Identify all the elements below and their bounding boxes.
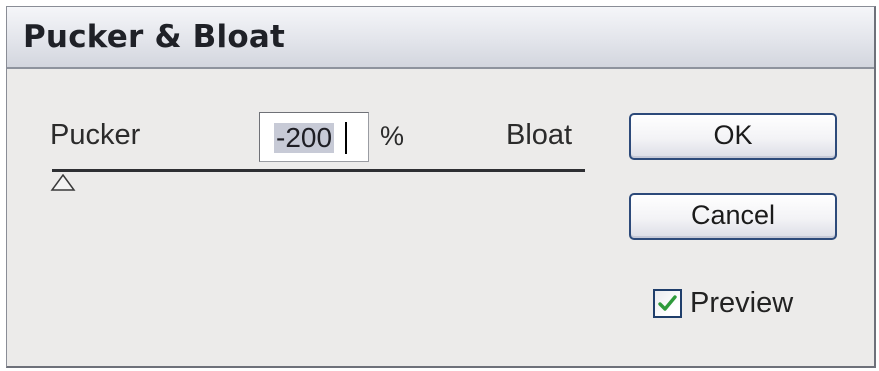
preview-checkbox[interactable] (653, 289, 682, 318)
cancel-button[interactable]: Cancel (629, 193, 837, 240)
amount-value: -200 (274, 122, 335, 153)
amount-slider-thumb[interactable] (50, 173, 76, 192)
percent-unit-label: % (380, 121, 405, 151)
preview-label: Preview (690, 287, 794, 319)
checkmark-icon (658, 295, 677, 311)
amount-input[interactable]: -200 (259, 112, 369, 162)
pucker-bloat-dialog: Pucker & Bloat Pucker -200 % Bloat OK Ca… (6, 6, 876, 368)
bloat-label: Bloat (506, 119, 573, 151)
title-bar[interactable]: Pucker & Bloat (7, 7, 874, 69)
ok-button[interactable]: OK (629, 113, 837, 160)
amount-slider-track[interactable] (52, 169, 585, 172)
dialog-title: Pucker & Bloat (23, 19, 285, 55)
pucker-label: Pucker (50, 119, 141, 151)
slider-triangle-icon (50, 173, 76, 191)
text-caret (345, 122, 347, 154)
